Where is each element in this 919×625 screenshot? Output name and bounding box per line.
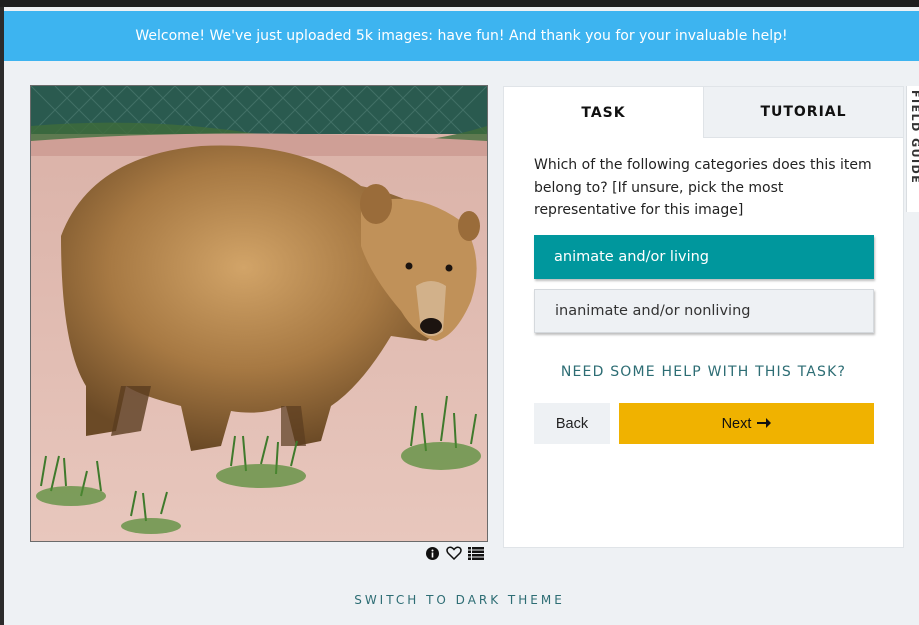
answer-animate[interactable]: animate and/or living (534, 235, 874, 279)
next-label: Next (721, 415, 752, 432)
announcement-banner: Welcome! We've just uploaded 5k images: … (4, 11, 919, 61)
tab-task[interactable]: TASK (504, 87, 703, 138)
subject-meta-toolbar (424, 545, 484, 561)
back-label: Back (555, 415, 589, 432)
list-icon[interactable] (468, 545, 484, 561)
subject-image[interactable] (30, 85, 488, 542)
back-button[interactable]: Back (534, 403, 610, 444)
task-tabs: TASK TUTORIAL (504, 87, 903, 138)
next-button[interactable]: Next (619, 403, 874, 444)
tab-tutorial[interactable]: TUTORIAL (703, 87, 903, 138)
bear-photo (31, 86, 487, 541)
answer-label: inanimate and/or nonliving (555, 303, 751, 319)
answer-label: animate and/or living (554, 249, 709, 265)
theme-switch-link[interactable]: SWITCH TO DARK THEME (0, 593, 919, 607)
answer-inanimate[interactable]: inanimate and/or nonliving (534, 289, 874, 333)
announcement-text: Welcome! We've just uploaded 5k images: … (135, 28, 788, 44)
task-question: Which of the following categories does t… (534, 157, 872, 218)
heart-icon[interactable] (446, 545, 462, 561)
help-link[interactable]: NEED SOME HELP WITH THIS TASK? (504, 364, 903, 380)
field-guide-label: FIELD GUIDE (909, 90, 919, 185)
arrow-right-icon (757, 416, 772, 432)
field-guide-tab[interactable]: FIELD GUIDE (906, 86, 919, 212)
task-panel: TASK TUTORIAL Which of the following cat… (503, 86, 904, 548)
window-top-strip (0, 0, 919, 7)
info-icon[interactable] (424, 545, 440, 561)
